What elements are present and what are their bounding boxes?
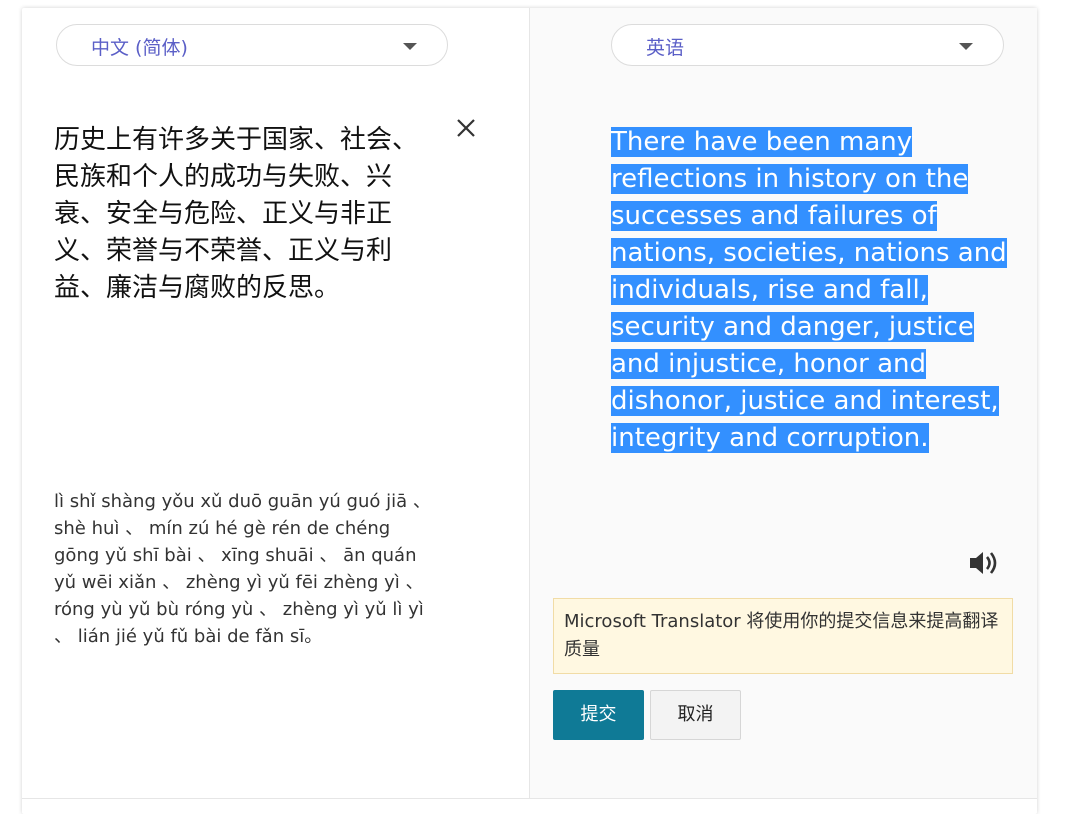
source-text-input[interactable]: 历史上有许多关于国家、社会、民族和个人的成功与失败、兴衰、安全与危险、正义与非正…: [54, 122, 434, 307]
speaker-icon: [970, 552, 997, 574]
target-language-select[interactable]: 英语: [611, 24, 1004, 66]
listen-button[interactable]: [966, 545, 1002, 581]
source-language-select[interactable]: 中文 (简体): [56, 24, 448, 66]
feedback-notice: Microsoft Translator 将使用你的提交信息来提高翻译质量: [553, 598, 1013, 674]
cancel-button[interactable]: 取消: [650, 690, 741, 740]
bottom-divider: [22, 798, 1037, 799]
chevron-down-icon: [403, 43, 417, 50]
clear-button[interactable]: [452, 114, 482, 144]
source-pinyin: lì shǐ shàng yǒu xǔ duō guān yú guó jiā …: [54, 491, 431, 647]
source-language-label: 中文 (简体): [91, 37, 188, 59]
translation-text: There have been many reflections in hist…: [611, 127, 1007, 453]
target-language-label: 英语: [646, 37, 685, 59]
close-icon: [457, 119, 475, 137]
submit-button[interactable]: 提交: [553, 690, 644, 740]
chevron-down-icon: [959, 43, 973, 50]
pane-divider: [529, 8, 530, 798]
translation-output[interactable]: There have been many reflections in hist…: [611, 124, 1011, 457]
